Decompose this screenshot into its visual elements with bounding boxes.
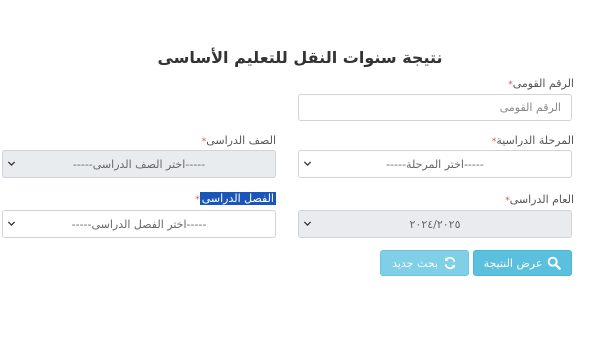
grade-label-text: الصف الدراسى [206, 134, 276, 147]
chevron-down-icon [7, 221, 16, 227]
grade-select-value: -----اختر الصف الدراسى----- [72, 157, 206, 171]
stage-label-text: المرحلة الدراسية [496, 134, 574, 147]
national-id-placeholder: الرقم القومى [499, 101, 561, 114]
search-icon [548, 256, 562, 270]
year-select-value: ٢٠٢٤/٢٠٢٥ [409, 217, 461, 231]
term-label-text: الفصل الدراسى [199, 192, 276, 205]
grade-label: الصف الدراسى* [200, 134, 276, 149]
show-result-label: عرض النتيجة [483, 256, 543, 270]
show-result-button[interactable]: عرض النتيجة [473, 250, 572, 276]
refresh-icon [444, 256, 456, 270]
grade-select[interactable]: -----اختر الصف الدراسى----- [2, 150, 276, 178]
stage-select[interactable]: -----اختر المرحلة----- [298, 150, 572, 178]
term-label: الفصل الدراسى* [193, 192, 276, 207]
national-id-label: الرقم القومى* [506, 77, 574, 92]
new-search-label: بحث جديد [392, 256, 438, 270]
national-id-label-text: الرقم القومى [512, 77, 574, 90]
chevron-down-icon [303, 161, 312, 167]
stage-select-value: -----اختر المرحلة----- [386, 157, 484, 171]
year-label-text: العام الدراسى [509, 193, 574, 206]
national-id-input[interactable]: الرقم القومى [298, 94, 572, 121]
page-title: نتيجة سنوات النقل للتعليم الأساسى [157, 48, 443, 67]
chevron-down-icon [303, 221, 312, 227]
chevron-down-icon [7, 161, 16, 167]
stage-label: المرحلة الدراسية* [490, 134, 574, 149]
year-select[interactable]: ٢٠٢٤/٢٠٢٥ [298, 210, 572, 238]
new-search-button[interactable]: بحث جديد [380, 250, 469, 276]
term-select-value: -----اختر الفصل الدراسى----- [71, 217, 207, 231]
year-label: العام الدراسى* [503, 193, 574, 208]
term-select[interactable]: -----اختر الفصل الدراسى----- [2, 210, 276, 238]
